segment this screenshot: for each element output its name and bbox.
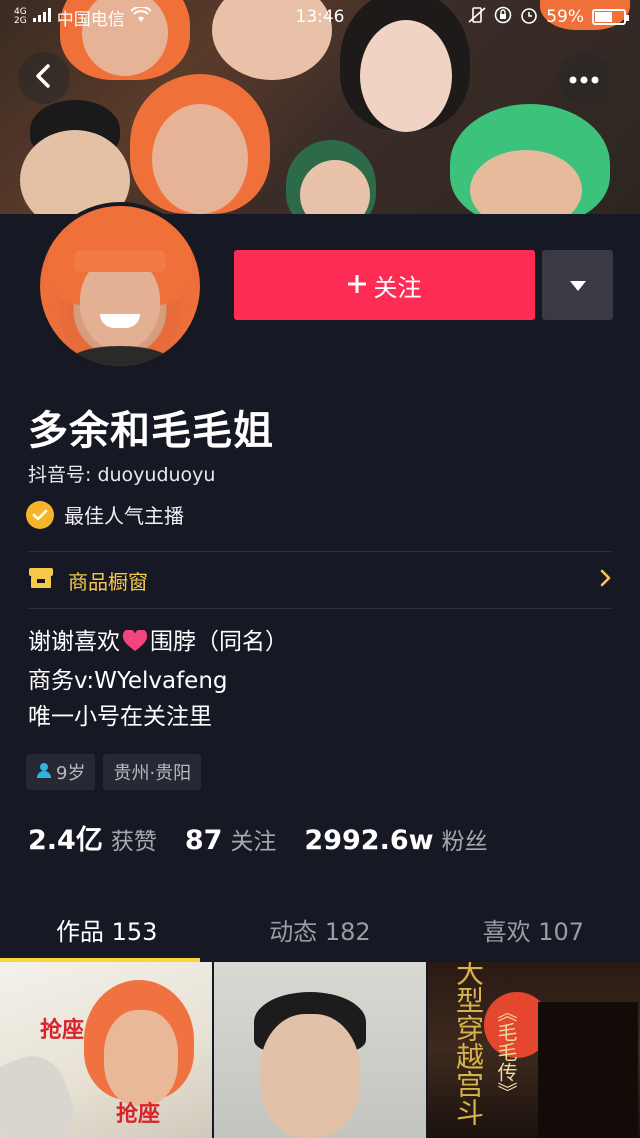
douyin-id: 抖音号: duoyuduoyu — [28, 464, 216, 486]
status-bar: 4G 2G 中国电信 13:46 59% — [0, 0, 640, 34]
signal-icon — [32, 7, 51, 27]
profile-stats: 2.4亿 获赞 87 关注 2992.6w 粉丝 — [28, 818, 488, 857]
location-tag: 贵州·贵阳 — [103, 754, 202, 790]
following-stat[interactable]: 87 关注 — [185, 822, 277, 856]
chevron-right-icon — [600, 568, 612, 592]
followers-stat[interactable]: 2992.6w 粉丝 — [304, 822, 487, 856]
likes-stat: 2.4亿 获赞 — [28, 825, 157, 856]
verification-row: 最佳人气主播 — [26, 500, 184, 529]
thumbnail-caption: 抢座 — [116, 1101, 161, 1127]
shop-window-label: 商品橱窗 — [68, 569, 148, 594]
bio-line: 谢谢喜欢 围脖（同名） — [28, 624, 288, 663]
chevron-left-icon — [33, 63, 55, 93]
check-badge-icon — [26, 500, 54, 529]
storefront-icon — [28, 566, 54, 595]
profile-tags: 9岁 贵州·贵阳 — [26, 754, 202, 790]
age-tag: 9岁 — [26, 754, 96, 790]
heart-icon — [122, 627, 148, 663]
thumbnail-caption: 抢座 — [40, 1017, 85, 1043]
bio-line: 商务v:WYelvafeng — [28, 668, 228, 694]
lock-rotation-icon — [494, 6, 512, 29]
vibrate-icon — [468, 6, 486, 28]
tab-likes[interactable]: 喜欢 107 — [427, 896, 640, 962]
follow-label: 关注 — [373, 273, 422, 302]
wifi-icon — [129, 5, 152, 28]
bio-line: 唯一小号在关注里 — [28, 704, 212, 730]
clock: 13:46 — [295, 7, 345, 27]
thumbnail-subtitle: 《毛毛传》 — [494, 1002, 518, 1102]
video-thumbnail[interactable]: 抢座 抢座 — [0, 962, 212, 1138]
battery-percent: 59% — [546, 7, 584, 27]
tab-works[interactable]: 作品 153 — [0, 896, 213, 962]
plus-icon — [347, 271, 366, 299]
more-dots-icon — [569, 69, 599, 88]
user-icon — [36, 762, 52, 783]
network-indicator: 4G 2G — [14, 7, 27, 26]
tab-moments[interactable]: 动态 182 — [213, 896, 426, 962]
thumbnail-title: 大型穿越宫斗 — [452, 962, 485, 1126]
carrier-label: 中国电信 — [56, 9, 125, 30]
back-button[interactable] — [18, 52, 70, 104]
more-button[interactable] — [558, 52, 610, 104]
profile-name: 多余和毛毛姐 — [28, 408, 274, 454]
video-thumbnail[interactable] — [214, 962, 426, 1138]
divider — [28, 608, 612, 609]
battery-icon — [592, 9, 629, 25]
shop-window-row[interactable]: 商品橱窗 — [28, 552, 612, 608]
content-tabs: 作品 153 动态 182 喜欢 107 — [0, 896, 640, 962]
follow-button[interactable]: 关注 — [234, 250, 535, 320]
alarm-icon — [520, 6, 538, 29]
video-grid: 抢座 抢座 大型穿越宫斗 《毛毛传》 — [0, 962, 640, 1138]
video-thumbnail[interactable]: 大型穿越宫斗 《毛毛传》 — [428, 962, 640, 1138]
verification-label: 最佳人气主播 — [64, 504, 184, 528]
triangle-down-icon — [569, 276, 586, 295]
bio: 谢谢喜欢 围脖（同名） 商务v:WYelvafeng 唯一小号在关注里 — [28, 624, 288, 735]
avatar[interactable] — [36, 202, 204, 370]
recommend-dropdown-button[interactable] — [542, 250, 613, 320]
